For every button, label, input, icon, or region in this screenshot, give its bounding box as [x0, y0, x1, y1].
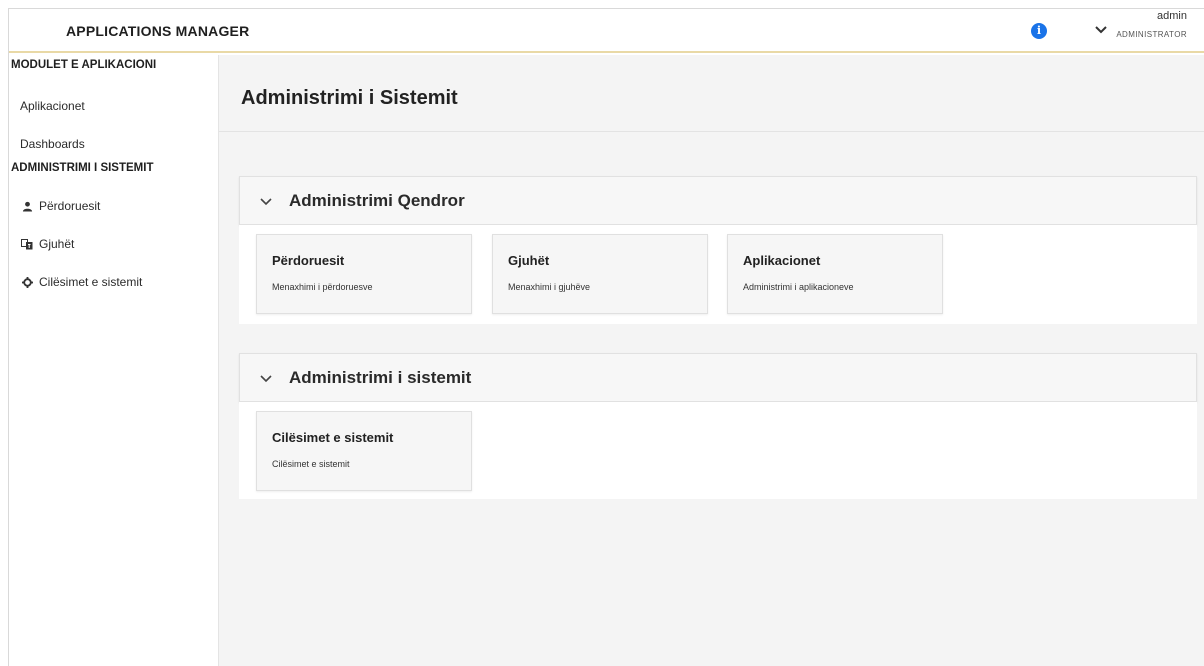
main-content: Administrimi i Sistemit Administrimi Qen… — [219, 55, 1204, 666]
card-description: Cilësimet e sistemit — [272, 459, 350, 469]
language-icon — [20, 237, 34, 251]
sidebar: MODULET E APLIKACIONI Aplikacionet Dashb… — [9, 55, 219, 666]
chevron-down-icon — [260, 374, 272, 382]
sidebar-item-label: Dashboards — [20, 137, 85, 151]
info-icon[interactable]: i — [1031, 23, 1047, 39]
card-perdoruesit[interactable]: Përdoruesit Menaxhimi i përdoruesve — [256, 234, 472, 314]
panel-header[interactable]: Administrimi Qendror — [239, 176, 1197, 225]
card-description: Menaxhimi i gjuhëve — [508, 282, 591, 292]
card-aplikacionet[interactable]: Aplikacionet Administrimi i aplikacionev… — [727, 234, 943, 314]
card-title: Aplikacionet — [743, 253, 821, 268]
panel-body: Cilësimet e sistemit Cilësimet e sistemi… — [239, 402, 1197, 499]
user-role: ADMINISTRATOR — [1116, 30, 1187, 39]
panel-header[interactable]: Administrimi i sistemit — [239, 353, 1197, 402]
panel-body: Përdoruesit Menaxhimi i përdoruesve Gjuh… — [239, 225, 1197, 324]
card-cilesimet-e-sistemit[interactable]: Cilësimet e sistemit Cilësimet e sistemi… — [256, 411, 472, 491]
card-gjuhet[interactable]: Gjuhët Menaxhimi i gjuhëve — [492, 234, 708, 314]
panel-title: Administrimi Qendror — [289, 190, 465, 210]
page-title: Administrimi i Sistemit — [241, 87, 458, 109]
user-icon — [20, 199, 34, 213]
sidebar-item-aplikacionet[interactable]: Aplikacionet — [9, 91, 218, 121]
card-title: Gjuhët — [508, 253, 550, 268]
sidebar-item-label: Gjuhët — [39, 237, 75, 251]
sidebar-item-cilesimet[interactable]: Cilësimet e sistemit — [9, 267, 218, 297]
sidebar-section-title: MODULET E APLIKACIONI — [11, 59, 157, 71]
app-window: APPLICATIONS MANAGER i admin ADMINISTRAT… — [8, 8, 1204, 666]
sidebar-item-gjuhet[interactable]: Gjuhët — [9, 229, 218, 259]
sidebar-item-dashboards[interactable]: Dashboards — [9, 129, 218, 159]
gear-icon — [20, 275, 34, 289]
user-name[interactable]: admin — [1157, 10, 1187, 22]
divider — [219, 131, 1204, 132]
top-bar: APPLICATIONS MANAGER i admin ADMINISTRAT… — [9, 9, 1204, 53]
sidebar-item-label: Cilësimet e sistemit — [39, 275, 143, 289]
app-title: APPLICATIONS MANAGER — [66, 23, 250, 39]
card-title: Përdoruesit — [272, 253, 345, 268]
chevron-down-icon — [260, 197, 272, 205]
panel-title: Administrimi i sistemit — [289, 367, 472, 387]
card-description: Menaxhimi i përdoruesve — [272, 282, 373, 292]
card-description: Administrimi i aplikacioneve — [743, 282, 854, 292]
sidebar-section-title: ADMINISTRIMI I SISTEMIT — [11, 162, 154, 174]
sidebar-item-perdoruesit[interactable]: Përdoruesit — [9, 191, 218, 221]
chevron-down-icon[interactable] — [1093, 21, 1109, 37]
sidebar-item-label: Përdoruesit — [39, 199, 101, 213]
sidebar-item-label: Aplikacionet — [20, 99, 85, 113]
card-title: Cilësimet e sistemit — [272, 430, 394, 445]
